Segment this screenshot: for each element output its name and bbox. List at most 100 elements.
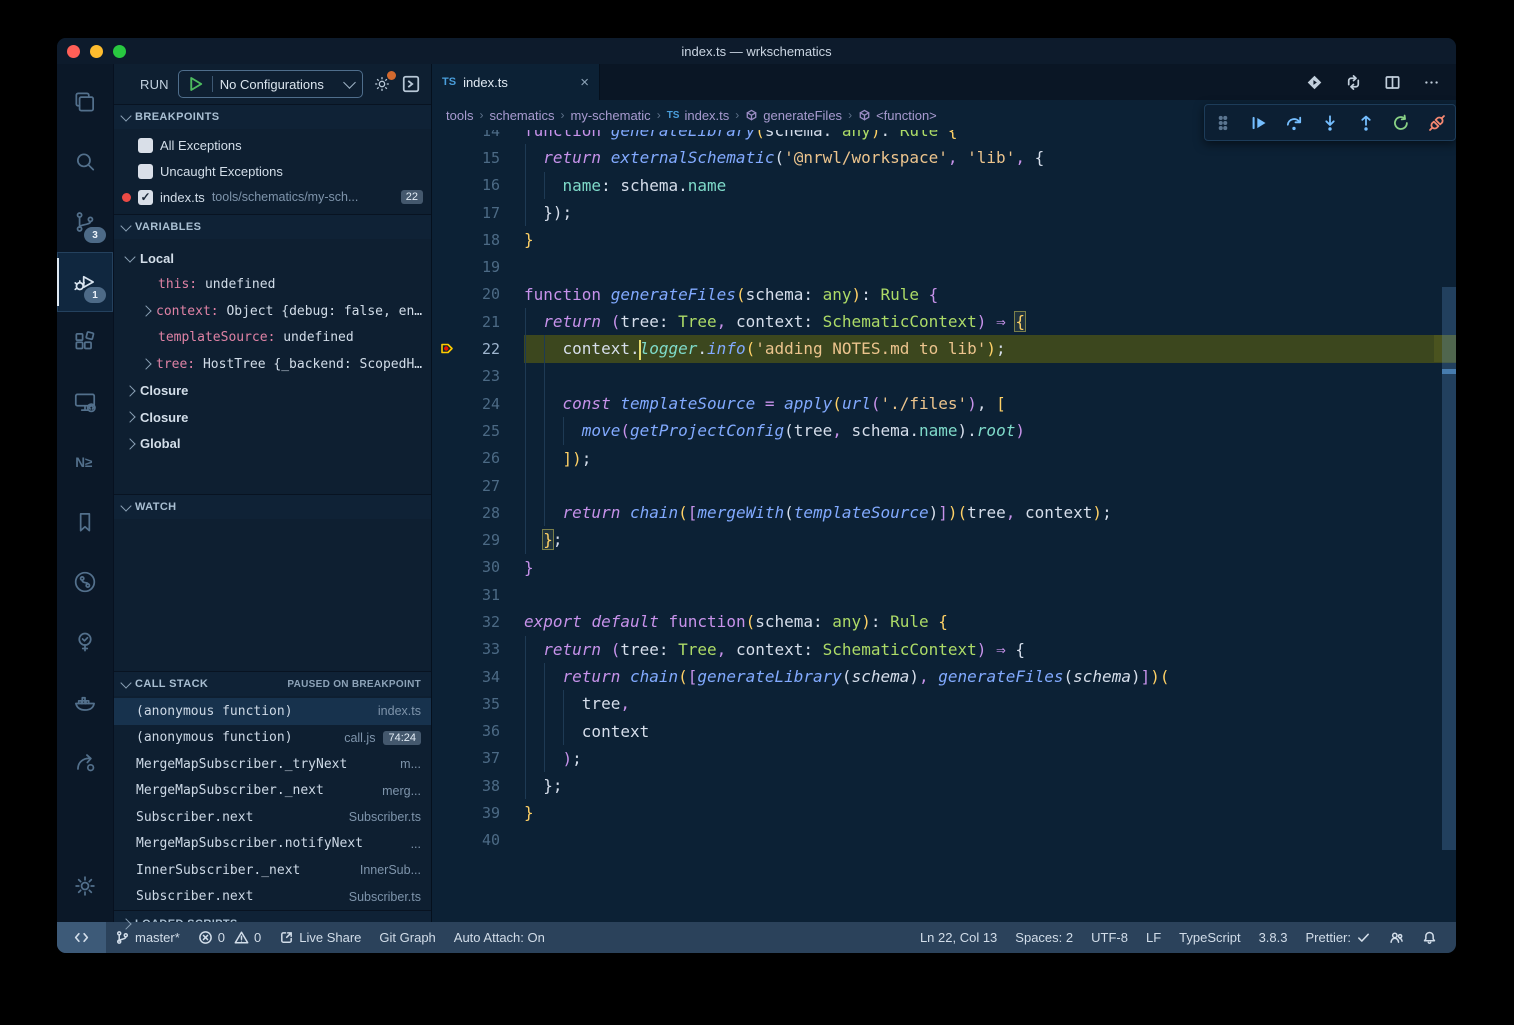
variable-row[interactable]: this: undefined bbox=[114, 272, 431, 299]
gutter[interactable]: 17 bbox=[432, 199, 524, 226]
code-line-19[interactable]: 19 bbox=[432, 253, 1456, 280]
gutter[interactable]: 34 bbox=[432, 663, 524, 690]
gutter[interactable]: 30 bbox=[432, 554, 524, 581]
code-line-22[interactable]: 22 context.logger.info('adding NOTES.md … bbox=[432, 335, 1456, 362]
open-changes-icon[interactable] bbox=[1306, 74, 1323, 91]
code-line-17[interactable]: 17 }); bbox=[432, 199, 1456, 226]
breadcrumb-item[interactable]: my-schematic bbox=[571, 108, 651, 123]
breakpoint-row[interactable]: All Exceptions bbox=[114, 132, 431, 158]
code-line-33[interactable]: 33 return (tree: Tree, context: Schemati… bbox=[432, 636, 1456, 663]
gutter[interactable]: 21 bbox=[432, 308, 524, 335]
activity-item-run-and-debug[interactable]: 1 bbox=[57, 252, 113, 312]
activity-item-source-control[interactable]: 3 bbox=[57, 192, 113, 252]
gutter[interactable]: 28 bbox=[432, 499, 524, 526]
status-language-mode[interactable]: TypeScript bbox=[1170, 922, 1249, 953]
status-ts-version[interactable]: 3.8.3 bbox=[1250, 922, 1297, 953]
activity-item-bookmarks[interactable] bbox=[57, 492, 113, 552]
gutter[interactable]: 14 bbox=[432, 130, 524, 144]
activity-item-explorer[interactable] bbox=[57, 72, 113, 132]
code-line-20[interactable]: 20function generateFiles(schema: any): R… bbox=[432, 281, 1456, 308]
code-line-15[interactable]: 15 return externalSchematic('@nrwl/works… bbox=[432, 144, 1456, 171]
continue-button[interactable] bbox=[1243, 108, 1275, 138]
status-encoding[interactable]: UTF-8 bbox=[1082, 922, 1137, 953]
code-line-31[interactable]: 31 bbox=[432, 581, 1456, 608]
breadcrumb-item[interactable]: generateFiles bbox=[745, 108, 842, 123]
activity-item-extensions[interactable] bbox=[57, 312, 113, 372]
activity-item-testing[interactable] bbox=[57, 612, 113, 672]
code-line-21[interactable]: 21 return (tree: Tree, context: Schemati… bbox=[432, 308, 1456, 335]
breadcrumb-item[interactable]: tools bbox=[446, 108, 473, 123]
call-stack-frame[interactable]: MergeMapSubscriber._nextmerg... bbox=[114, 778, 431, 805]
section-call-stack[interactable]: CALL STACK PAUSED ON BREAKPOINT bbox=[114, 671, 431, 696]
code-line-24[interactable]: 24 const templateSource = apply(url('./f… bbox=[432, 390, 1456, 417]
gutter[interactable]: 29 bbox=[432, 526, 524, 553]
call-stack-frame[interactable]: MergeMapSubscriber._tryNextm... bbox=[114, 751, 431, 778]
gutter[interactable]: 26 bbox=[432, 445, 524, 472]
breadcrumb-item[interactable]: TSindex.ts bbox=[667, 108, 730, 123]
breadcrumb-item[interactable]: <function> bbox=[858, 108, 937, 123]
code-line-32[interactable]: 32export default function(schema: any): … bbox=[432, 608, 1456, 635]
variables-scope-closure[interactable]: Closure bbox=[114, 404, 431, 431]
gutter[interactable]: 33 bbox=[432, 636, 524, 663]
step-out-button[interactable] bbox=[1350, 108, 1382, 138]
gutter[interactable]: 37 bbox=[432, 745, 524, 772]
code-line-35[interactable]: 35 tree, bbox=[432, 690, 1456, 717]
call-stack-frame[interactable]: InnerSubscriber._nextInnerSub... bbox=[114, 857, 431, 884]
code-line-29[interactable]: 29 }; bbox=[432, 526, 1456, 553]
variables-scope-closure[interactable]: Closure bbox=[114, 378, 431, 405]
gutter[interactable]: 15 bbox=[432, 144, 524, 171]
code-line-40[interactable]: 40 bbox=[432, 827, 1456, 854]
gutter[interactable]: 40 bbox=[432, 827, 524, 854]
drag-grip-button[interactable] bbox=[1207, 108, 1239, 138]
scrollbar-thumb[interactable] bbox=[1442, 287, 1456, 850]
checkbox[interactable]: ✓ bbox=[138, 190, 153, 205]
code-line-30[interactable]: 30} bbox=[432, 554, 1456, 581]
activity-item-docker[interactable] bbox=[57, 672, 113, 732]
code-line-37[interactable]: 37 ); bbox=[432, 745, 1456, 772]
code-line-23[interactable]: 23 bbox=[432, 363, 1456, 390]
gutter[interactable]: 27 bbox=[432, 472, 524, 499]
variables-scope-local[interactable]: Local bbox=[114, 245, 431, 272]
code-line-39[interactable]: 39} bbox=[432, 799, 1456, 826]
checkbox[interactable] bbox=[138, 138, 153, 153]
gutter[interactable]: 20 bbox=[432, 281, 524, 308]
code-line-27[interactable]: 27 bbox=[432, 472, 1456, 499]
activity-item-git-graph[interactable] bbox=[57, 552, 113, 612]
status-remote-indicator[interactable] bbox=[57, 922, 106, 953]
call-stack-frame[interactable]: Subscriber.nextSubscriber.ts bbox=[114, 804, 431, 831]
gutter[interactable]: 22 bbox=[432, 335, 524, 362]
step-into-button[interactable] bbox=[1314, 108, 1346, 138]
status-feedback[interactable] bbox=[1380, 922, 1413, 953]
debug-console-icon[interactable] bbox=[401, 74, 421, 94]
code-line-16[interactable]: 16 name: schema.name bbox=[432, 172, 1456, 199]
activity-item-settings[interactable] bbox=[57, 856, 113, 916]
code-line-38[interactable]: 38 }; bbox=[432, 772, 1456, 799]
code-line-26[interactable]: 26 ]); bbox=[432, 445, 1456, 472]
gutter[interactable]: 31 bbox=[432, 581, 524, 608]
code-line-28[interactable]: 28 return chain([mergeWith(templateSourc… bbox=[432, 499, 1456, 526]
status-eol[interactable]: LF bbox=[1137, 922, 1170, 953]
breadcrumb-item[interactable]: schematics bbox=[489, 108, 554, 123]
launch-config-picker[interactable]: No Configurations bbox=[178, 70, 363, 98]
split-editor-icon[interactable] bbox=[1384, 74, 1401, 91]
gutter[interactable]: 25 bbox=[432, 417, 524, 444]
gutter[interactable]: 39 bbox=[432, 799, 524, 826]
activity-item-search[interactable] bbox=[57, 132, 113, 192]
restart-button[interactable] bbox=[1385, 108, 1417, 138]
variable-row[interactable]: context: Object {debug: false, en… bbox=[114, 298, 431, 325]
code-line-34[interactable]: 34 return chain([generateLibrary(schema)… bbox=[432, 663, 1456, 690]
more-actions-icon[interactable] bbox=[1423, 74, 1440, 91]
activity-item-remote-explorer[interactable] bbox=[57, 372, 113, 432]
status-indentation[interactable]: Spaces: 2 bbox=[1006, 922, 1082, 953]
call-stack-frame[interactable]: (anonymous function)index.ts bbox=[114, 698, 431, 725]
close-tab-icon[interactable]: × bbox=[580, 74, 589, 91]
status-live-share[interactable]: Live Share bbox=[270, 922, 370, 953]
status-notifications[interactable] bbox=[1413, 922, 1446, 953]
gutter[interactable]: 23 bbox=[432, 363, 524, 390]
gutter[interactable]: 38 bbox=[432, 772, 524, 799]
debug-settings-gear-icon[interactable] bbox=[372, 74, 392, 94]
code-line-25[interactable]: 25 move(getProjectConfig(tree, schema.na… bbox=[432, 417, 1456, 444]
gutter[interactable]: 16 bbox=[432, 172, 524, 199]
status-auto-attach[interactable]: Auto Attach: On bbox=[445, 922, 554, 953]
status-problems[interactable]: 00 bbox=[189, 922, 270, 953]
